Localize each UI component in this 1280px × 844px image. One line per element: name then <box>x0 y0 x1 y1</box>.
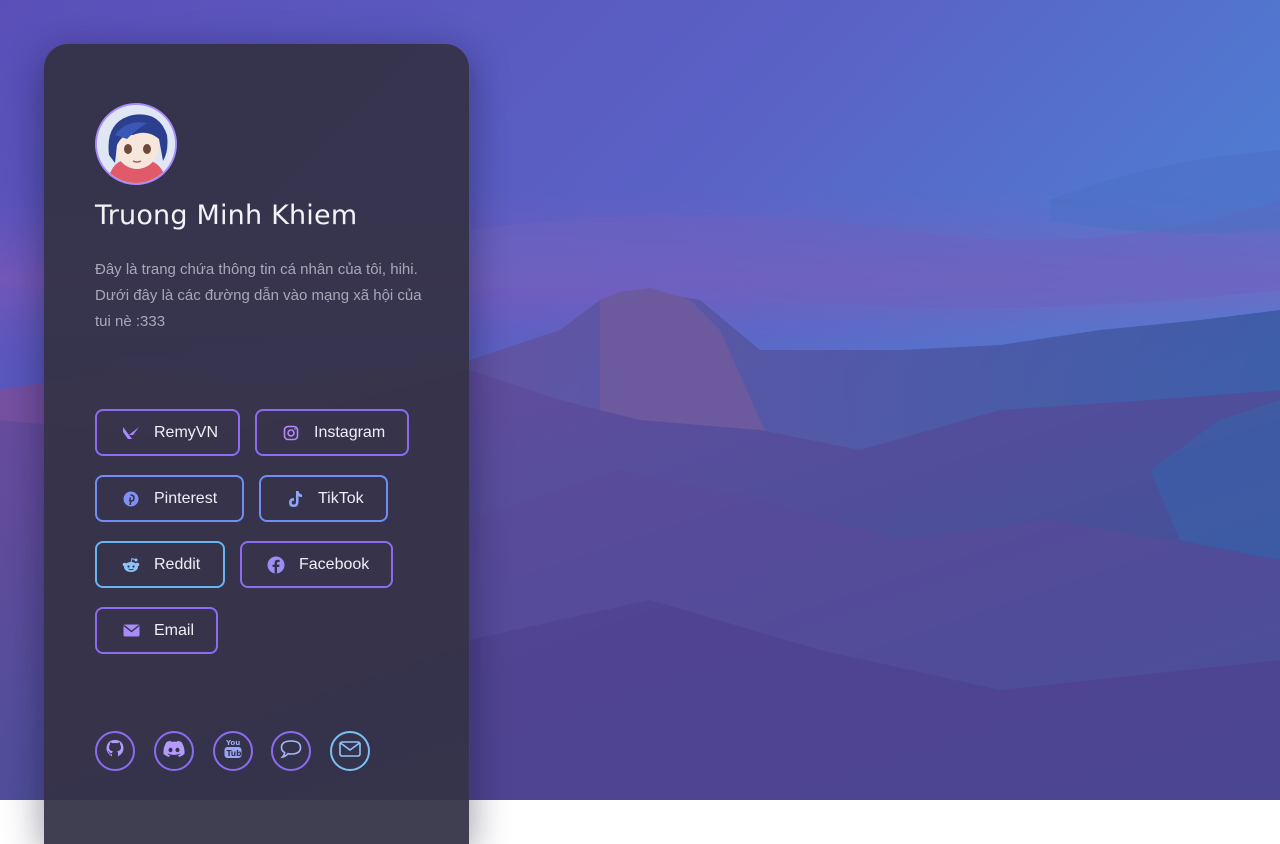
svg-text:You: You <box>225 739 240 747</box>
link-label: Email <box>154 621 195 639</box>
link-label: Reddit <box>154 555 201 573</box>
mail-link[interactable] <box>330 731 370 771</box>
profile-card: Truong Minh Khiem Đây là trang chứa thôn… <box>44 44 469 844</box>
chat-link[interactable] <box>271 731 311 771</box>
link-button-email[interactable]: Email <box>95 607 218 654</box>
link-button-facebook[interactable]: Facebook <box>240 541 393 588</box>
youtube-link[interactable]: You Tube <box>213 731 253 771</box>
youtube-icon: You Tube <box>223 738 247 764</box>
link-label: RemyVN <box>154 423 219 441</box>
link-label: Pinterest <box>154 489 218 507</box>
valorant-icon <box>121 423 141 443</box>
link-button-instagram[interactable]: Instagram <box>255 409 409 456</box>
svg-text:Tube: Tube <box>227 749 244 758</box>
discord-icon <box>162 740 186 762</box>
chat-icon <box>280 739 302 763</box>
link-label: TikTok <box>318 489 364 507</box>
profile-bio: Đây là trang chứa thông tin cá nhân của … <box>95 261 422 330</box>
avatar <box>95 103 177 185</box>
reddit-icon <box>121 555 141 575</box>
mail-icon <box>339 741 361 761</box>
tiktok-icon <box>285 489 305 509</box>
email-icon <box>121 621 141 641</box>
link-button-reddit[interactable]: Reddit <box>95 541 225 588</box>
discord-link[interactable] <box>154 731 194 771</box>
link-label: Facebook <box>299 555 370 573</box>
github-link[interactable] <box>95 731 135 771</box>
instagram-icon <box>281 423 301 443</box>
link-button-pinterest[interactable]: Pinterest <box>95 475 244 522</box>
github-icon <box>105 739 125 763</box>
pinterest-icon <box>121 489 141 509</box>
link-button-tiktok[interactable]: TikTok <box>259 475 388 522</box>
link-button-remyvn[interactable]: RemyVN <box>95 409 240 456</box>
facebook-icon <box>266 555 286 575</box>
profile-name: Truong Minh Khiem <box>95 200 358 231</box>
link-label: Instagram <box>314 423 386 441</box>
